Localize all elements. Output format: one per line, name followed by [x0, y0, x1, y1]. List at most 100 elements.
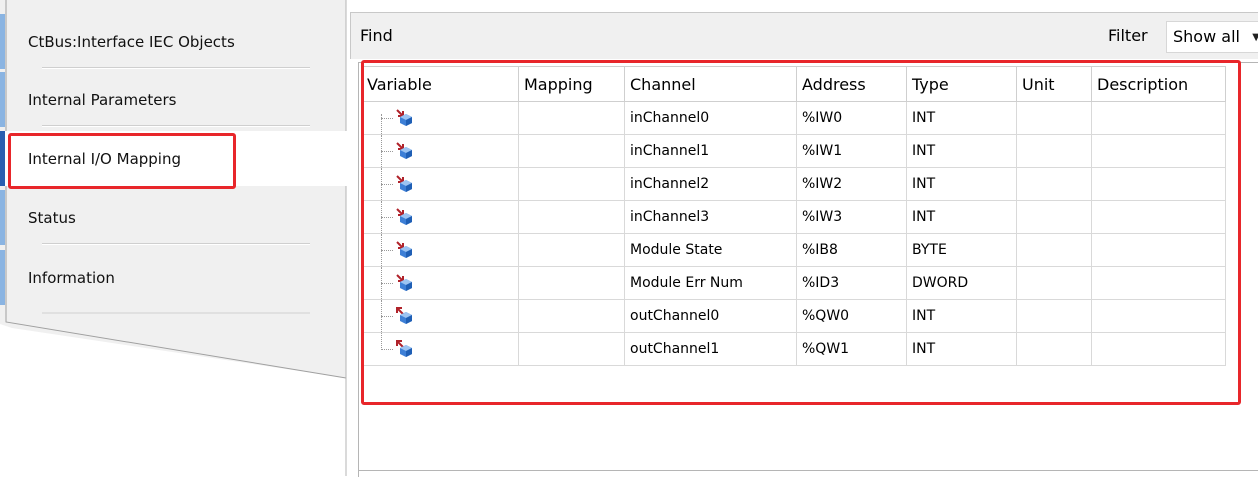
address-cell: %IW0: [796, 101, 907, 135]
tab-ctbus-interface-iec-objects[interactable]: CtBus:Interface IEC Objects: [0, 14, 346, 69]
variable-cell[interactable]: [361, 200, 519, 234]
input-channel-icon: [395, 240, 417, 264]
chevron-down-icon[interactable]: ▼: [1252, 32, 1258, 43]
tab-information[interactable]: Information: [0, 250, 346, 305]
unit-cell[interactable]: [1016, 134, 1092, 168]
type-cell: INT: [906, 299, 1017, 333]
tab-accent: [0, 14, 5, 69]
tab-panel: CtBus:Interface IEC Objects Internal Par…: [0, 0, 360, 476]
type-cell: INT: [906, 200, 1017, 234]
description-cell[interactable]: [1091, 134, 1226, 168]
address-cell: %IW1: [796, 134, 907, 168]
tab-label: Information: [28, 268, 115, 287]
mapping-cell[interactable]: [518, 200, 625, 234]
description-cell[interactable]: [1091, 233, 1226, 267]
mapping-cell[interactable]: [518, 167, 625, 201]
variable-cell[interactable]: [361, 233, 519, 267]
filter-label: Filter: [1108, 26, 1148, 45]
unit-cell[interactable]: [1016, 332, 1092, 366]
input-channel-icon: [395, 141, 417, 165]
address-cell: %QW0: [796, 299, 907, 333]
table-row[interactable]: Module Err Num %ID3 DWORD: [361, 266, 1226, 300]
tab-accent: [0, 72, 5, 127]
tab-label: CtBus:Interface IEC Objects: [28, 32, 235, 51]
table-row[interactable]: inChannel3 %IW3 INT: [361, 200, 1226, 234]
type-cell: INT: [906, 101, 1017, 135]
tab-label: Status: [28, 208, 76, 227]
column-header-channel[interactable]: Channel: [624, 66, 797, 102]
column-header-mapping[interactable]: Mapping: [518, 66, 625, 102]
variable-cell[interactable]: [361, 101, 519, 135]
tab-accent: [0, 190, 5, 245]
description-cell[interactable]: [1091, 200, 1226, 234]
tab-internal-io-mapping[interactable]: Internal I/O Mapping: [0, 131, 352, 186]
description-cell[interactable]: [1091, 167, 1226, 201]
filter-dropdown[interactable]: Show all ▼: [1166, 21, 1258, 53]
tree-line: [381, 333, 382, 350]
tab-divider: [42, 125, 310, 127]
mapping-cell[interactable]: [518, 101, 625, 135]
column-header-type[interactable]: Type: [906, 66, 1017, 102]
variable-cell[interactable]: [361, 167, 519, 201]
table-row[interactable]: inChannel1 %IW1 INT: [361, 134, 1226, 168]
tree-line: [381, 316, 393, 317]
table-row[interactable]: inChannel2 %IW2 INT: [361, 167, 1226, 201]
unit-cell[interactable]: [1016, 233, 1092, 267]
channel-cell: inChannel1: [624, 134, 797, 168]
column-header-variable[interactable]: Variable: [361, 66, 519, 102]
mapping-cell[interactable]: [518, 233, 625, 267]
table-row[interactable]: outChannel0 %QW0 INT: [361, 299, 1226, 333]
type-cell: INT: [906, 167, 1017, 201]
io-mapping-table: Variable Mapping Channel Address Type Un…: [361, 66, 1226, 366]
input-channel-icon: [395, 108, 417, 132]
tree-line: [381, 349, 393, 350]
filter-selected-value: Show all: [1173, 27, 1240, 46]
column-header-address[interactable]: Address: [796, 66, 907, 102]
variable-cell[interactable]: [361, 299, 519, 333]
type-cell: INT: [906, 332, 1017, 366]
channel-cell: outChannel1: [624, 332, 797, 366]
unit-cell[interactable]: [1016, 299, 1092, 333]
tab-label: Internal I/O Mapping: [28, 149, 182, 168]
unit-cell[interactable]: [1016, 167, 1092, 201]
address-cell: %IW2: [796, 167, 907, 201]
find-input[interactable]: [410, 21, 1100, 51]
unit-cell[interactable]: [1016, 200, 1092, 234]
variable-cell[interactable]: [361, 266, 519, 300]
mapping-cell[interactable]: [518, 134, 625, 168]
channel-cell: inChannel2: [624, 167, 797, 201]
input-channel-icon: [395, 174, 417, 198]
filter-toolbar: Find Filter Show all ▼: [350, 12, 1258, 59]
channel-cell: outChannel0: [624, 299, 797, 333]
tab-label: Internal Parameters: [28, 90, 177, 109]
type-cell: BYTE: [906, 233, 1017, 267]
mapping-cell[interactable]: [518, 299, 625, 333]
type-cell: DWORD: [906, 266, 1017, 300]
mapping-cell[interactable]: [518, 266, 625, 300]
mapping-cell[interactable]: [518, 332, 625, 366]
tab-internal-parameters[interactable]: Internal Parameters: [0, 72, 346, 127]
address-cell: %IB8: [796, 233, 907, 267]
channel-cell: Module Err Num: [624, 266, 797, 300]
tree-line: [381, 217, 393, 218]
channel-cell: inChannel3: [624, 200, 797, 234]
tab-divider: [42, 243, 310, 245]
tree-line: [381, 283, 393, 284]
column-header-unit[interactable]: Unit: [1016, 66, 1092, 102]
description-cell[interactable]: [1091, 299, 1226, 333]
variable-cell[interactable]: [361, 332, 519, 366]
description-cell[interactable]: [1091, 266, 1226, 300]
tab-status[interactable]: Status: [0, 190, 346, 245]
column-header-description[interactable]: Description: [1091, 66, 1226, 102]
find-label: Find: [360, 26, 393, 45]
unit-cell[interactable]: [1016, 101, 1092, 135]
table-row[interactable]: Module State %IB8 BYTE: [361, 233, 1226, 267]
description-cell[interactable]: [1091, 101, 1226, 135]
table-row[interactable]: outChannel1 %QW1 INT: [361, 332, 1226, 366]
description-cell[interactable]: [1091, 332, 1226, 366]
unit-cell[interactable]: [1016, 266, 1092, 300]
variable-cell[interactable]: [361, 134, 519, 168]
table-row[interactable]: inChannel0 %IW0 INT: [361, 101, 1226, 135]
io-mapping-pane: Find Filter Show all ▼ Variable Mapping …: [350, 12, 1258, 477]
channel-cell: inChannel0: [624, 101, 797, 135]
